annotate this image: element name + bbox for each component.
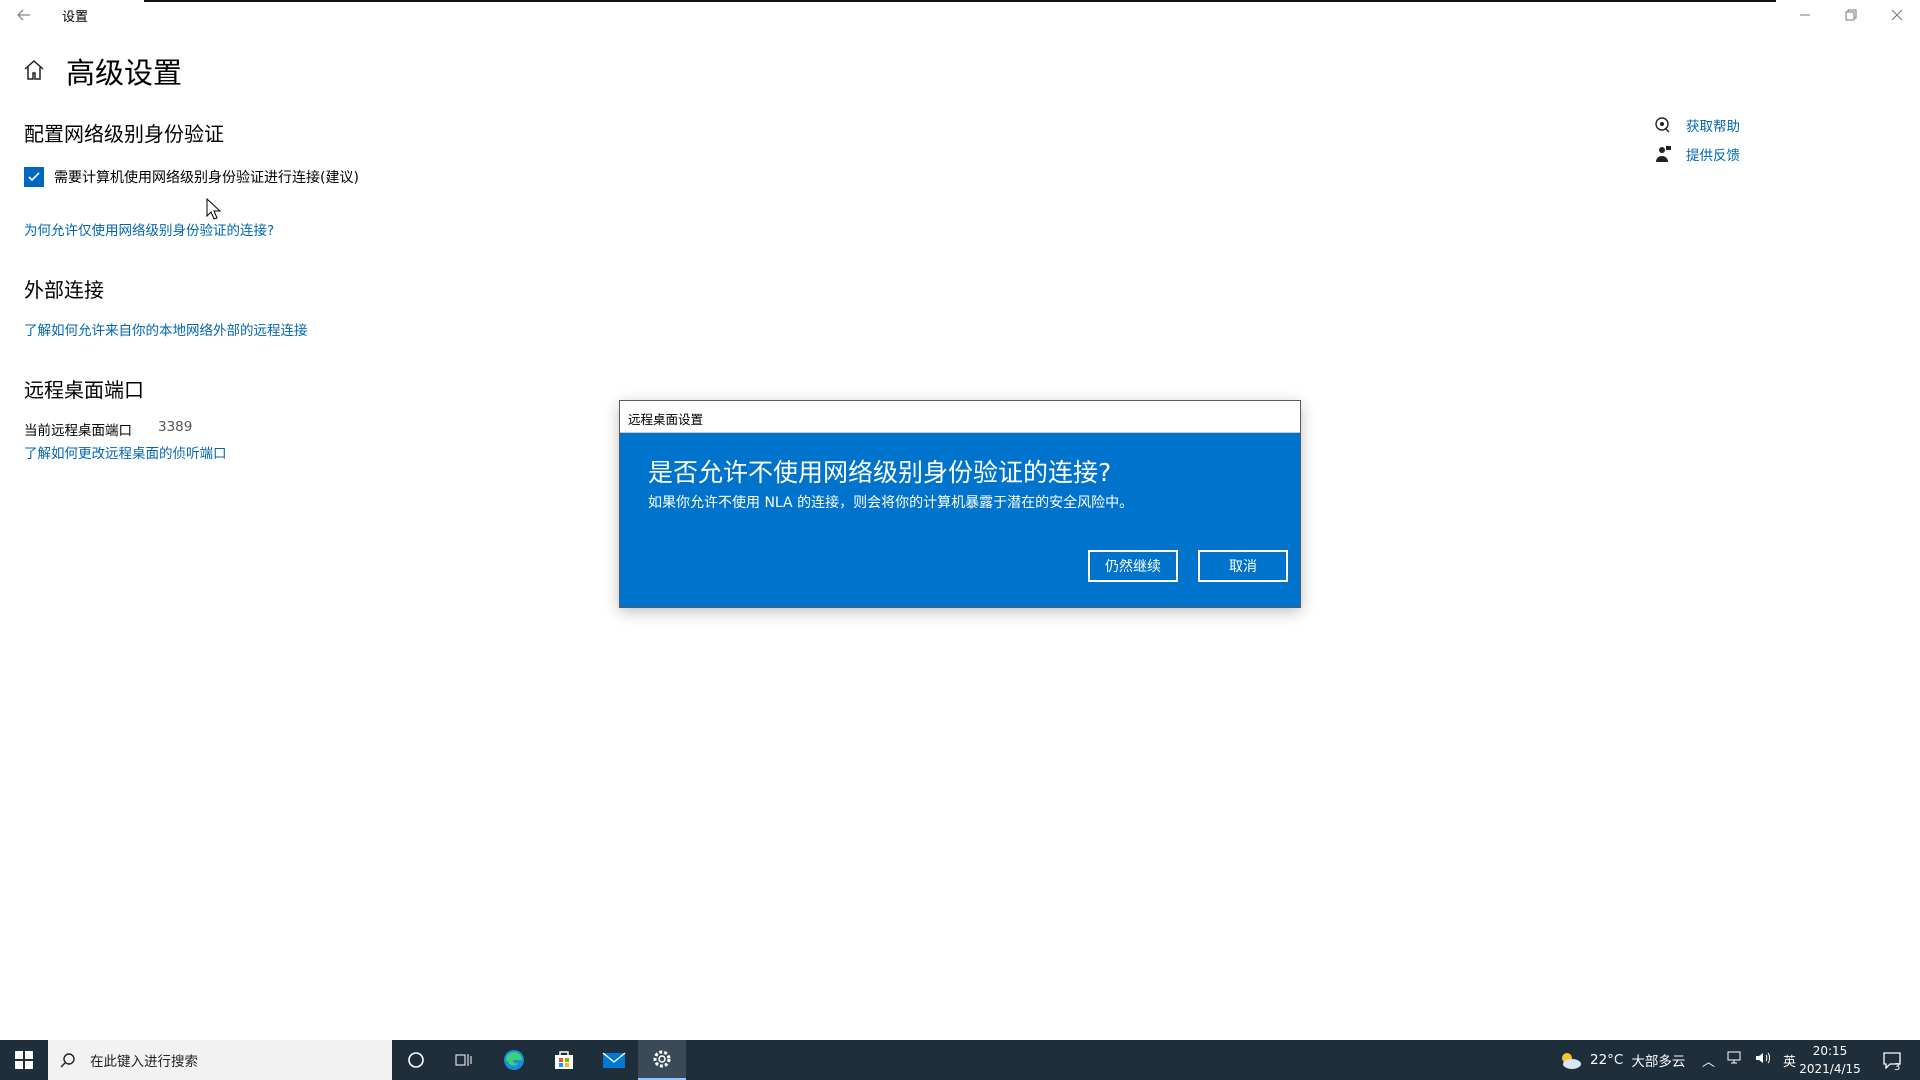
windows-logo-icon	[15, 1051, 33, 1069]
feedback-label: 提供反馈	[1686, 148, 1740, 164]
mail-button[interactable]	[590, 1040, 638, 1080]
mail-envelope-icon	[602, 1052, 626, 1068]
checkmark-icon	[28, 172, 40, 182]
cortana-button[interactable]	[392, 1040, 440, 1080]
settings-window: 设置 高级设置 配置网络级别身份验证 需要计算机使用网络级别身份验证进行连接(建…	[0, 0, 1920, 1040]
cortana-circle-icon	[408, 1052, 424, 1068]
volume-icon[interactable]	[1755, 1051, 1771, 1069]
restore-button[interactable]	[1828, 0, 1874, 30]
external-connection-link[interactable]: 了解如何允许来自你的本地网络外部的远程连接	[24, 319, 308, 339]
title-bar-line	[144, 0, 1776, 2]
nla-checkbox-row[interactable]: 需要计算机使用网络级别身份验证进行连接(建议)	[24, 167, 359, 187]
chevron-up-icon[interactable]: ︿	[1702, 1051, 1715, 1070]
back-arrow-icon[interactable]	[10, 4, 38, 26]
nla-confirm-dialog: 远程桌面设置 是否允许不使用网络级别身份验证的连接? 如果你允许不使用 NLA …	[619, 400, 1301, 608]
weather-description: 大部多云	[1631, 1054, 1686, 1070]
external-section-title: 外部连接	[24, 278, 104, 302]
taskbar-clock[interactable]: 20:15 2021/4/15	[1790, 1042, 1870, 1080]
continue-anyway-button[interactable]: 仍然继续	[1088, 550, 1178, 582]
action-center-button[interactable]: 3	[1872, 1040, 1912, 1080]
clock-time: 20:15	[1812, 1044, 1848, 1058]
network-icon[interactable]	[1727, 1051, 1743, 1069]
nla-checkbox-label: 需要计算机使用网络级别身份验证进行连接(建议)	[54, 170, 359, 186]
search-icon	[60, 1053, 75, 1068]
partly-cloudy-icon	[1562, 1053, 1581, 1069]
port-value: 3389	[158, 419, 193, 435]
weather-temperature: 22°C	[1590, 1052, 1624, 1068]
dialog-title-bar: 远程桌面设置	[620, 401, 1300, 433]
title-bar: 设置	[0, 0, 1920, 30]
edge-button[interactable]	[490, 1040, 538, 1080]
dialog-heading: 是否允许不使用网络级别身份验证的连接?	[648, 458, 1112, 487]
minimize-button[interactable]	[1782, 0, 1828, 30]
chat-help-icon	[1655, 117, 1670, 133]
nla-why-link[interactable]: 为何允许仅使用网络级别身份验证的连接?	[24, 219, 274, 239]
clock-date: 2021/4/15	[1799, 1062, 1861, 1076]
port-label: 当前远程桌面端口	[24, 423, 132, 439]
task-view-icon	[455, 1054, 472, 1066]
home-icon[interactable]	[22, 58, 46, 82]
port-section-title: 远程桌面端口	[24, 378, 144, 402]
port-row: 当前远程桌面端口 3389	[24, 419, 192, 439]
notification-count: 3	[1894, 1062, 1901, 1073]
task-view-button[interactable]	[440, 1040, 488, 1080]
gear-icon	[653, 1050, 671, 1068]
edge-browser-icon	[504, 1050, 524, 1070]
taskbar-search-box[interactable]: 在此键入进行搜索	[48, 1040, 392, 1080]
window-title: 设置	[62, 10, 89, 25]
cancel-button[interactable]: 取消	[1198, 550, 1288, 582]
mouse-cursor-icon	[206, 198, 222, 220]
nla-section-title: 配置网络级别身份验证	[24, 122, 224, 146]
get-help-link[interactable]: 获取帮助	[1654, 115, 1740, 135]
store-button[interactable]	[540, 1040, 588, 1080]
taskbar: 在此键入进行搜索 22°C 大部多云 ︿ 英 20:15 2021/4/15 3	[0, 1040, 1920, 1080]
weather-widget[interactable]: 22°C 大部多云	[1558, 1040, 1685, 1080]
store-bag-icon	[555, 1051, 573, 1069]
close-button[interactable]	[1874, 0, 1920, 30]
page-title: 高级设置	[66, 56, 183, 90]
dialog-title: 远程桌面设置	[628, 412, 704, 427]
feedback-person-icon	[1656, 146, 1671, 162]
dialog-description: 如果你允许不使用 NLA 的连接，则会将你的计算机暴露于潜在的安全风险中。	[648, 495, 1134, 511]
start-button[interactable]	[0, 1040, 48, 1080]
port-change-link[interactable]: 了解如何更改远程桌面的侦听端口	[24, 442, 227, 462]
feedback-link[interactable]: 提供反馈	[1654, 144, 1740, 164]
settings-taskbar-button[interactable]	[638, 1040, 686, 1080]
search-placeholder: 在此键入进行搜索	[90, 1054, 198, 1070]
get-help-label: 获取帮助	[1686, 119, 1740, 135]
nla-checkbox[interactable]	[24, 167, 44, 187]
